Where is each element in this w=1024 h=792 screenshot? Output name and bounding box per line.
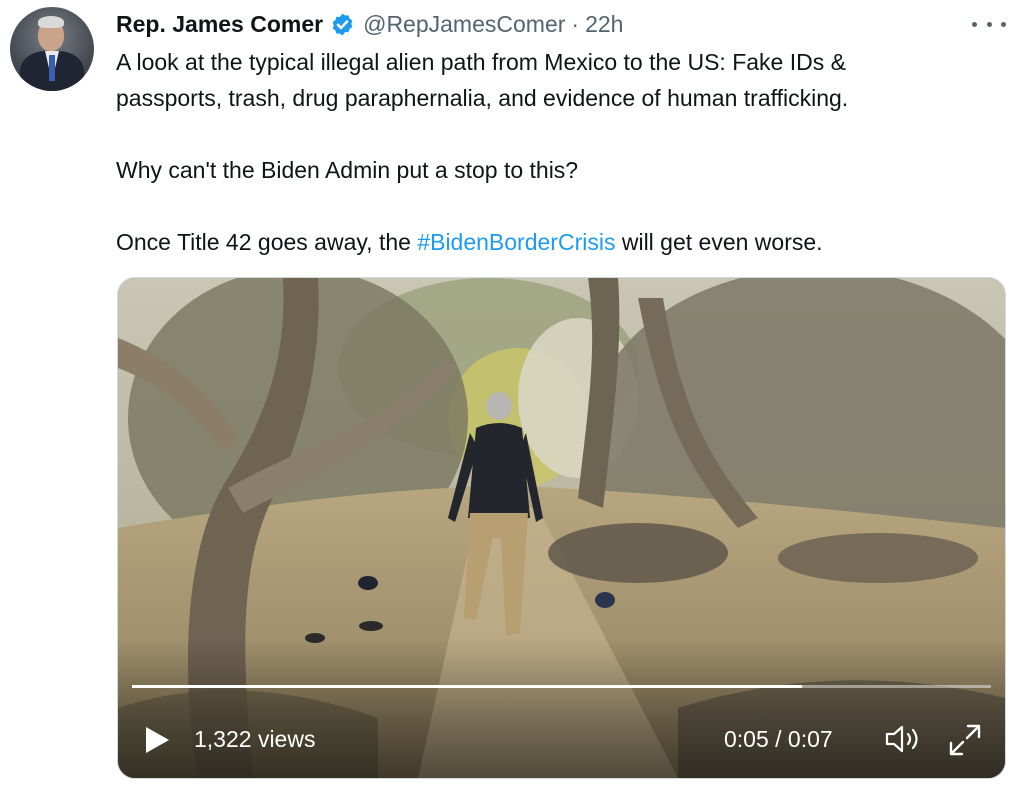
tweet-header: Rep. James Comer @RepJamesComer · 22h	[116, 8, 623, 40]
tweet-text-segment: will get even worse.	[615, 229, 823, 255]
author-handle[interactable]: @RepJamesComer	[363, 11, 565, 38]
tweet-line: Once Title 42 goes away, the #BidenBorde…	[116, 224, 996, 260]
avatar-tie	[49, 55, 55, 81]
author-name[interactable]: Rep. James Comer	[116, 11, 323, 38]
avatar-hair	[38, 16, 64, 28]
video-controls-shade	[118, 638, 1005, 778]
video-player[interactable]: 1,322 views 0:05 / 0:07	[117, 277, 1006, 779]
tweet-line: Why can't the Biden Admin put a stop to …	[116, 157, 579, 183]
fullscreen-icon[interactable]	[946, 721, 984, 759]
play-icon[interactable]	[144, 726, 170, 754]
volume-icon[interactable]	[884, 723, 922, 755]
video-progress-fill	[132, 685, 803, 688]
view-count: 1,322 views	[194, 726, 316, 752]
more-dot	[972, 21, 977, 27]
verified-badge-icon	[332, 13, 353, 35]
tweet-line: passports, trash, drug paraphernalia, an…	[116, 85, 849, 111]
tweet-text: A look at the typical illegal alien path…	[116, 44, 996, 260]
header-separator: ·	[571, 10, 580, 37]
video-progress-bar[interactable]	[132, 685, 991, 688]
more-dot	[1001, 21, 1006, 27]
tweet-line: A look at the typical illegal alien path…	[116, 49, 846, 75]
video-timecode: 0:05 / 0:07	[724, 726, 833, 752]
tweet-timestamp[interactable]: 22h	[585, 11, 623, 38]
more-dot	[986, 21, 992, 27]
hashtag-link[interactable]: #BidenBorderCrisis	[417, 229, 615, 255]
more-options-icon[interactable]	[972, 14, 1006, 34]
tweet-text-segment: Once Title 42 goes away, the	[116, 229, 418, 255]
avatar[interactable]	[10, 7, 94, 91]
